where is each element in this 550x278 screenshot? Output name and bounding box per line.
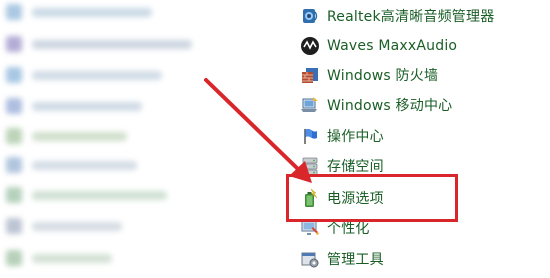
control-panel-item-label: Realtek高清晰音频管理器 (327, 9, 495, 25)
flag-icon (300, 126, 320, 146)
blurred-left-column (0, 0, 270, 278)
control-panel-item-admin-tools[interactable]: 管理工具 (300, 248, 384, 270)
blurred-item (6, 187, 167, 203)
blurred-item (6, 4, 152, 20)
control-panel-item-label: Waves MaxxAudio (327, 38, 458, 54)
blurred-item (6, 36, 192, 52)
blurred-item (6, 67, 162, 83)
control-panel-item-label: Windows 防火墙 (327, 68, 439, 84)
control-panel-item-firewall[interactable]: Windows 防火墙 (300, 64, 438, 86)
control-panel-item-label: 管理工具 (327, 252, 384, 268)
waves-icon (300, 36, 320, 56)
mobility-center-icon (300, 95, 320, 115)
blurred-item (6, 128, 127, 144)
control-panel-item-label: Windows 移动中心 (327, 98, 453, 114)
control-panel-item-mobility-center[interactable]: Windows 移动中心 (300, 94, 452, 116)
storage-icon (300, 156, 320, 176)
blurred-item (6, 157, 137, 173)
firewall-icon (300, 65, 320, 85)
control-panel-item-label: 操作中心 (327, 129, 384, 145)
control-panel-item-realtek[interactable]: Realtek高清晰音频管理器 (300, 5, 494, 27)
control-panel-item-waves[interactable]: Waves MaxxAudio (300, 35, 457, 57)
speaker-icon (300, 6, 320, 26)
blurred-item (6, 218, 122, 234)
highlight-box (286, 174, 458, 222)
blurred-item (6, 98, 142, 114)
control-panel-item-action-center[interactable]: 操作中心 (300, 125, 384, 147)
blurred-item (6, 250, 112, 266)
admin-tools-icon (300, 249, 320, 269)
control-panel-view: Realtek高清晰音频管理器 Waves MaxxAudio Windows … (0, 0, 550, 278)
control-panel-item-label: 存储空间 (327, 159, 384, 175)
